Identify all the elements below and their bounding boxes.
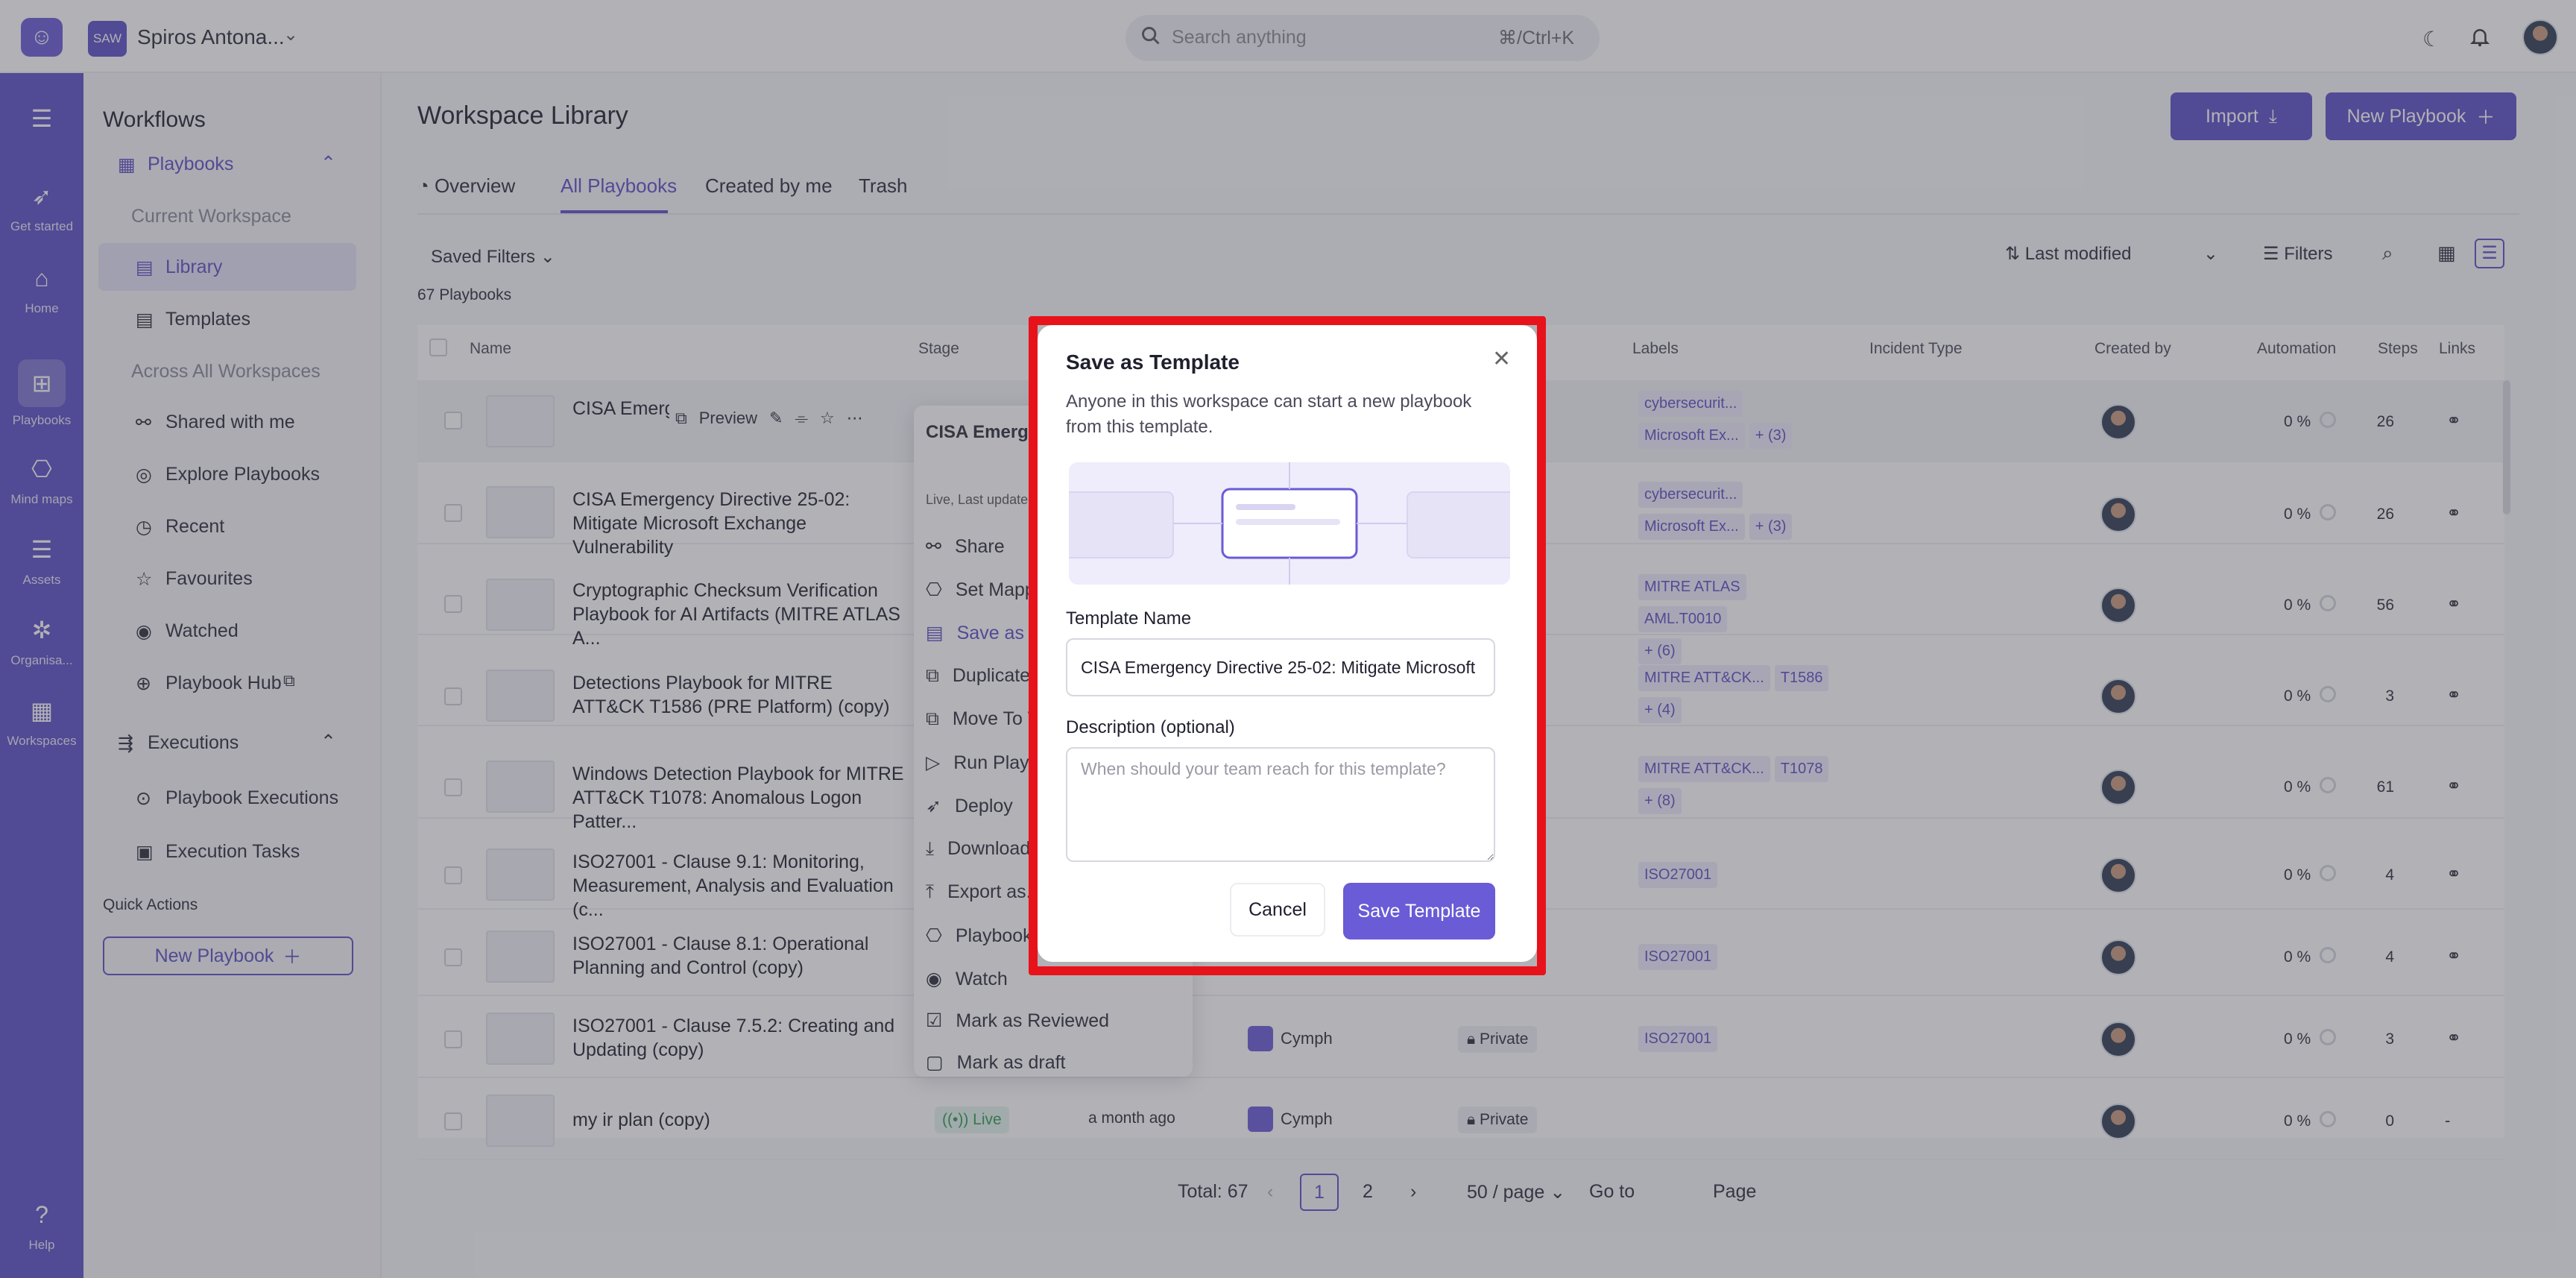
description-textarea[interactable] xyxy=(1066,747,1495,862)
cancel-button[interactable]: Cancel xyxy=(1230,883,1325,937)
dialog-description: Anyone in this workspace can start a new… xyxy=(1066,391,1472,437)
save-template-button[interactable]: Save Template xyxy=(1343,883,1495,939)
dialog-title: Save as Template xyxy=(1066,350,1240,374)
template-illustration xyxy=(1069,462,1510,585)
close-icon[interactable]: ✕ xyxy=(1492,346,1511,372)
template-name-input[interactable] xyxy=(1066,638,1495,696)
template-name-label: Template Name xyxy=(1066,608,1192,629)
description-label: Description (optional) xyxy=(1066,717,1235,737)
